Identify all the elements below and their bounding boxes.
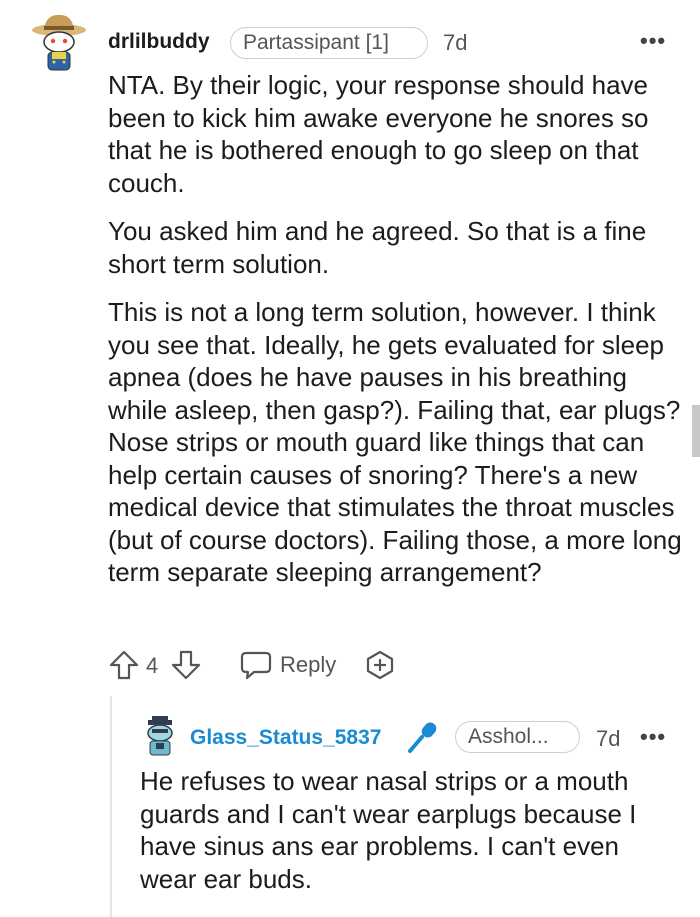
reply-user-flair-badge: Asshol... (455, 721, 580, 753)
upvote-arrow-icon (109, 650, 139, 680)
reply-button[interactable]: Reply (240, 648, 350, 682)
reply-avatar[interactable] (140, 716, 180, 758)
award-plus-icon (366, 650, 394, 680)
snoo-cowboy-avatar-icon (32, 14, 86, 71)
comment-body: NTA. By their logic, your response shoul… (108, 69, 683, 605)
upvote-button[interactable] (108, 649, 140, 681)
user-flair-badge: Partassipant [1] (230, 27, 428, 59)
comment-more-options-button[interactable]: ••• (640, 28, 666, 54)
scrollbar-thumb[interactable] (692, 405, 700, 457)
microphone-icon (408, 722, 437, 753)
thread-line[interactable] (110, 696, 112, 917)
downvote-arrow-icon (171, 650, 201, 680)
commenter-avatar[interactable] (30, 12, 88, 74)
reply-body: He refuses to wear nasal strips or a mou… (140, 766, 637, 894)
comment-timestamp: 7d (443, 30, 468, 55)
vote-count: 4 (146, 653, 159, 678)
comment-username[interactable]: drlilbuddy (108, 30, 210, 54)
reply-more-options-button[interactable]: ••• (640, 724, 666, 750)
comment-paragraph-2: You asked him and he agreed. So that is … (108, 216, 647, 279)
reply-username[interactable]: Glass_Status_5837 (190, 726, 381, 750)
reply-timestamp: 7d (596, 726, 621, 751)
comment-paragraph-1: NTA. By their logic, your response shoul… (108, 70, 649, 198)
op-badge (405, 720, 441, 756)
speech-bubble-icon (240, 651, 272, 680)
reply-label: Reply (280, 652, 337, 677)
snoo-robot-avatar-icon (147, 716, 173, 756)
comment-paragraph-3: This is not a long term solution, howeve… (108, 297, 682, 587)
give-award-button[interactable] (364, 649, 396, 681)
downvote-button[interactable] (170, 649, 202, 681)
